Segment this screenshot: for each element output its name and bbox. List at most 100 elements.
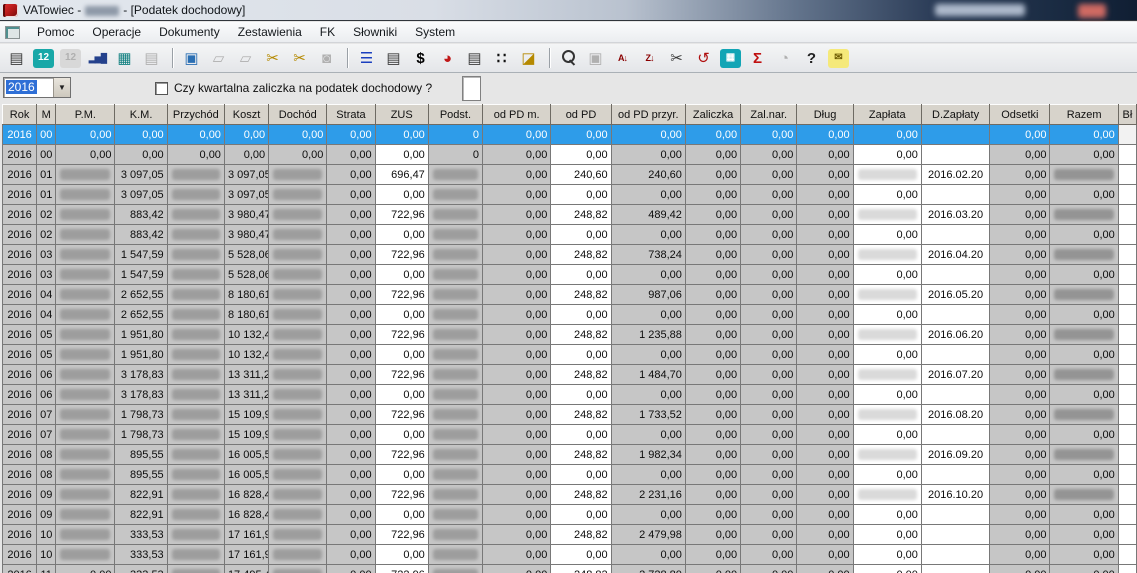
- cell-rok[interactable]: 2016: [3, 265, 37, 285]
- cell-odpdm[interactable]: 0,00: [483, 245, 551, 265]
- cell-koszt[interactable]: 3 980,47: [224, 225, 268, 245]
- cell-strata[interactable]: 0,00: [327, 505, 375, 525]
- cell-podst[interactable]: [428, 465, 482, 485]
- cell-data[interactable]: [921, 385, 989, 405]
- cell-odpd[interactable]: 0,00: [551, 345, 611, 365]
- cell-zus[interactable]: 0,00: [375, 185, 428, 205]
- cell-zal[interactable]: 0,00: [685, 465, 740, 485]
- cell-zalnar[interactable]: 0,00: [741, 205, 797, 225]
- report-alt-icon[interactable]: ▤: [462, 47, 487, 70]
- cell-data[interactable]: [921, 505, 989, 525]
- cell-podst[interactable]: 0: [428, 145, 482, 165]
- cell-odpdm[interactable]: 0,00: [483, 145, 551, 165]
- cell-ods[interactable]: 0,00: [990, 345, 1050, 365]
- cell-zapl[interactable]: 0,00: [853, 545, 921, 565]
- cell-data[interactable]: 2016.07.20: [921, 365, 989, 385]
- cell-przyr[interactable]: 987,06: [611, 285, 685, 305]
- cell-koszt[interactable]: 3 097,05: [224, 165, 268, 185]
- cell-data[interactable]: 2016.03.20: [921, 205, 989, 225]
- cell-podst[interactable]: [428, 205, 482, 225]
- cell-zalnar[interactable]: 0,00: [741, 445, 797, 465]
- cell-km[interactable]: 3 178,83: [115, 385, 167, 405]
- cell-podst[interactable]: [428, 165, 482, 185]
- cell-podst[interactable]: [428, 565, 482, 573]
- menu-item-pomoc[interactable]: Pomoc: [28, 23, 83, 41]
- cell-koszt[interactable]: 3 980,47: [224, 205, 268, 225]
- cell-doch[interactable]: [269, 185, 327, 205]
- cell-koszt[interactable]: 16 005,52: [224, 445, 268, 465]
- cell-zus[interactable]: 722,96: [375, 445, 428, 465]
- cell-odpdm[interactable]: 0,00: [483, 525, 551, 545]
- cell-zapl[interactable]: 0,00: [853, 425, 921, 445]
- cell-zapl[interactable]: [853, 325, 921, 345]
- cell-zalnar[interactable]: 0,00: [741, 365, 797, 385]
- cell-dlug[interactable]: 0,00: [797, 545, 853, 565]
- cell-odpdm[interactable]: 0,00: [483, 165, 551, 185]
- cell-razem[interactable]: 0,00: [1050, 505, 1118, 525]
- cell-km[interactable]: 3 097,05: [115, 185, 167, 205]
- cell-data[interactable]: 2016.10.20: [921, 485, 989, 505]
- cell-km[interactable]: 2 652,55: [115, 305, 167, 325]
- calendar-icon[interactable]: 12: [33, 49, 54, 68]
- eraser-icon[interactable]: ◪: [516, 47, 541, 70]
- cell-odpdm[interactable]: 0,00: [483, 545, 551, 565]
- cell-pm[interactable]: 0,00: [56, 125, 115, 145]
- cell-odpd[interactable]: 248,82: [551, 405, 611, 425]
- cell-podst[interactable]: [428, 425, 482, 445]
- cell-razem[interactable]: 0,00: [1050, 305, 1118, 325]
- table-row[interactable]: 2016063 178,8313 311,240,00722,960,00248…: [3, 365, 1137, 385]
- cell-strata[interactable]: 0,00: [327, 185, 375, 205]
- cell-podst[interactable]: [428, 225, 482, 245]
- bar-chart-icon[interactable]: ▂▅█: [85, 47, 110, 70]
- col-header-km[interactable]: K.M.: [115, 105, 167, 125]
- cell-doch[interactable]: [269, 265, 327, 285]
- cell-zal[interactable]: 0,00: [685, 125, 740, 145]
- cell-odpd[interactable]: 248,82: [551, 565, 611, 573]
- sort-desc-icon[interactable]: Z↓: [637, 47, 662, 70]
- cell-m[interactable]: 02: [37, 205, 56, 225]
- table-row[interactable]: 201608895,5516 005,520,00722,960,00248,8…: [3, 445, 1137, 465]
- cell-podst[interactable]: [428, 505, 482, 525]
- cell-b[interactable]: [1118, 325, 1136, 345]
- cell-odpd[interactable]: 0,00: [551, 505, 611, 525]
- cell-km[interactable]: 0,00: [115, 125, 167, 145]
- cell-ods[interactable]: 0,00: [990, 305, 1050, 325]
- cell-km[interactable]: 333,53: [115, 545, 167, 565]
- table-row[interactable]: 201602883,423 980,470,00722,960,00248,82…: [3, 205, 1137, 225]
- cell-przyr[interactable]: 489,42: [611, 205, 685, 225]
- col-header-przyr[interactable]: od PD przyr.: [611, 105, 685, 125]
- cell-strata[interactable]: 0,00: [327, 345, 375, 365]
- cell-odpd[interactable]: 248,82: [551, 525, 611, 545]
- cell-zal[interactable]: 0,00: [685, 185, 740, 205]
- cell-pm[interactable]: [56, 365, 115, 385]
- cell-koszt[interactable]: 16 828,43: [224, 485, 268, 505]
- cell-odpd[interactable]: 0,00: [551, 225, 611, 245]
- cell-ods[interactable]: 0,00: [990, 185, 1050, 205]
- cell-zalnar[interactable]: 0,00: [741, 425, 797, 445]
- cell-b[interactable]: [1118, 465, 1136, 485]
- cell-zapl[interactable]: 0,00: [853, 305, 921, 325]
- cell-pm[interactable]: [56, 405, 115, 425]
- help-icon[interactable]: ?: [799, 47, 824, 70]
- cell-zal[interactable]: 0,00: [685, 345, 740, 365]
- table-row[interactable]: 2016031 547,595 528,060,000,000,000,000,…: [3, 265, 1137, 285]
- cell-prz[interactable]: [167, 285, 224, 305]
- cell-rok[interactable]: 2016: [3, 445, 37, 465]
- cell-data[interactable]: 2016.05.20: [921, 285, 989, 305]
- cell-odpd[interactable]: 248,82: [551, 285, 611, 305]
- cell-zus[interactable]: 722,96: [375, 365, 428, 385]
- side-edit-box[interactable]: [462, 76, 481, 101]
- cell-razem[interactable]: 0,00: [1050, 545, 1118, 565]
- cell-razem[interactable]: 0,00: [1050, 145, 1118, 165]
- col-header-zalnar[interactable]: Zal.nar.: [741, 105, 797, 125]
- cell-odpdm[interactable]: 0,00: [483, 285, 551, 305]
- cell-pm[interactable]: [56, 245, 115, 265]
- cell-zus[interactable]: 0,00: [375, 465, 428, 485]
- cell-b[interactable]: [1118, 365, 1136, 385]
- cell-prz[interactable]: [167, 245, 224, 265]
- cell-koszt[interactable]: 17 161,96: [224, 545, 268, 565]
- calendar-alt-icon[interactable]: 12: [60, 49, 81, 68]
- cell-zal[interactable]: 0,00: [685, 505, 740, 525]
- cell-odpd[interactable]: 0,00: [551, 545, 611, 565]
- cell-rok[interactable]: 2016: [3, 185, 37, 205]
